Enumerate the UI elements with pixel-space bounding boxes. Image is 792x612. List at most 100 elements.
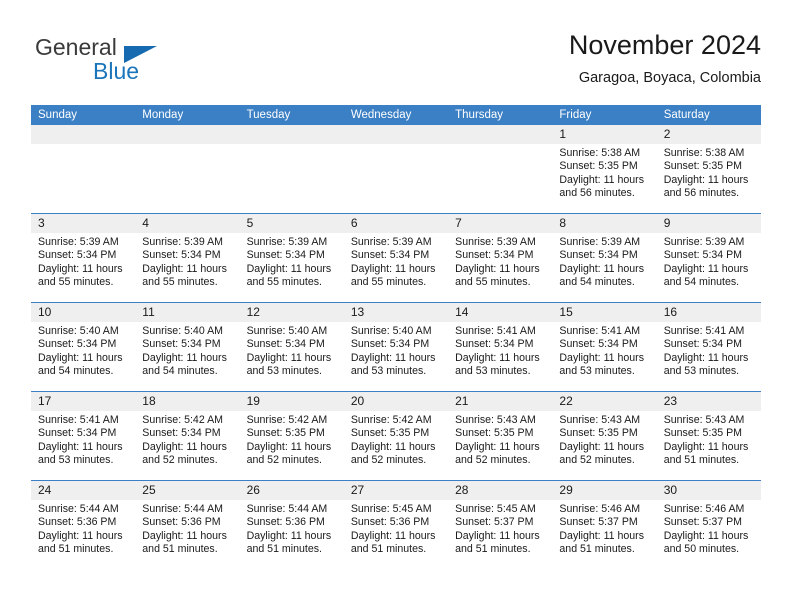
calendar-day-cell[interactable]: 7 Sunrise: 5:39 AM Sunset: 5:34 PM Daylight… (448, 214, 553, 302)
day-number-band: 8 (552, 214, 657, 233)
calendar-day-cell[interactable]: 29 Sunrise: 5:46 AM Sunset: 5:37 PM Dayligh… (552, 481, 657, 569)
calendar-day-cell[interactable]: 16 Sunrise: 5:41 AM Sunset: 5:34 PM Dayligh… (656, 303, 761, 391)
calendar-day-cell[interactable]: 18 Sunrise: 5:42 AM Sunset: 5:34 PM Dayligh… (135, 392, 240, 480)
day-detail-line: and 51 minutes. (663, 454, 740, 467)
day-detail-line: Daylight: 11 hours (246, 351, 332, 364)
day-number-band: 5 (239, 214, 344, 233)
day-details: Sunrise: 5:43 AM Sunset: 5:35 PM Daylight:… (448, 411, 552, 468)
day-detail-line: Daylight: 11 hours (38, 440, 123, 453)
day-number: 5 (246, 216, 254, 230)
day-detail-line: Daylight: 11 hours (559, 262, 645, 275)
day-details: Sunrise: 5:42 AM Sunset: 5:35 PM Daylight:… (344, 411, 448, 468)
calendar-day-cell[interactable]: 2 Sunrise: 5:38 AM Sunset: 5:35 PM Daylight… (656, 125, 761, 213)
day-details: Sunrise: 5:39 AM Sunset: 5:34 PM Daylight:… (31, 233, 135, 290)
day-detail-line: and 55 minutes. (350, 276, 427, 289)
day-detail-line: Sunrise: 5:43 AM (663, 414, 745, 426)
day-detail-line: Sunset: 5:34 PM (246, 338, 325, 351)
day-detail-line: Sunrise: 5:39 AM (350, 236, 432, 248)
day-detail-line: and 56 minutes. (663, 187, 740, 200)
day-number: 23 (663, 394, 678, 408)
weekday-header-friday: Friday (559, 109, 592, 121)
day-detail-line: and 52 minutes. (350, 454, 427, 467)
day-detail-line: Daylight: 11 hours (142, 262, 227, 275)
calendar-day-cell[interactable]: 24 Sunrise: 5:44 AM Sunset: 5:36 PM Dayligh… (31, 481, 136, 569)
day-detail-line: Daylight: 11 hours (559, 173, 645, 186)
day-detail-line: and 53 minutes. (350, 365, 427, 378)
day-number-band: 29 (552, 481, 657, 500)
day-number-band: 19 (239, 392, 344, 411)
calendar-day-cell[interactable]: 20 Sunrise: 5:42 AM Sunset: 5:35 PM Dayligh… (343, 392, 449, 480)
calendar-day-cell[interactable]: 3 Sunrise: 5:39 AM Sunset: 5:34 PM Daylight… (31, 214, 136, 302)
calendar-day-cell[interactable]: 15 Sunrise: 5:41 AM Sunset: 5:34 PM Dayligh… (552, 303, 657, 391)
calendar-day-cell[interactable]: 12 Sunrise: 5:40 AM Sunset: 5:34 PM Dayligh… (239, 303, 344, 391)
calendar-day-cell[interactable]: 19 Sunrise: 5:42 AM Sunset: 5:35 PM Dayligh… (239, 392, 344, 480)
logo-text-general: General (35, 34, 117, 60)
day-number-band (448, 125, 553, 144)
calendar-day-cell[interactable]: 25 Sunrise: 5:44 AM Sunset: 5:36 PM Dayligh… (135, 481, 240, 569)
calendar-day-cell[interactable]: 17 Sunrise: 5:41 AM Sunset: 5:34 PM Dayligh… (31, 392, 136, 480)
calendar-day-cell[interactable]: 23 Sunrise: 5:43 AM Sunset: 5:35 PM Dayligh… (656, 392, 761, 480)
day-number-band (135, 125, 240, 144)
day-detail-line: Sunset: 5:36 PM (142, 516, 221, 529)
day-detail-line: Sunrise: 5:38 AM (559, 147, 641, 159)
calendar-day-cell[interactable]: 14 Sunrise: 5:41 AM Sunset: 5:34 PM Dayligh… (448, 303, 553, 391)
day-details: Sunrise: 5:42 AM Sunset: 5:35 PM Daylight:… (240, 411, 344, 468)
day-details: Sunrise: 5:43 AM Sunset: 5:35 PM Daylight:… (552, 411, 656, 468)
day-number: 2 (663, 127, 671, 141)
day-detail-line: Daylight: 11 hours (663, 262, 749, 275)
day-number-band: 7 (448, 214, 553, 233)
day-detail-line: and 55 minutes. (142, 276, 218, 289)
day-number-band (239, 125, 344, 144)
day-detail-line: Sunset: 5:34 PM (455, 338, 534, 351)
calendar-weeks: 1 Sunrise: 5:38 AM Sunset: 5:35 PM Daylight… (31, 125, 761, 569)
calendar-week-row: 24 Sunrise: 5:44 AM Sunset: 5:36 PM Dayligh… (31, 480, 761, 569)
day-detail-line: Sunrise: 5:43 AM (455, 414, 536, 426)
day-detail-line: and 51 minutes. (559, 543, 635, 556)
day-number: 6 (350, 216, 358, 230)
day-detail-line: and 51 minutes. (246, 543, 322, 556)
day-details: Sunrise: 5:39 AM Sunset: 5:34 PM Daylight:… (344, 233, 448, 290)
day-detail-line: Sunrise: 5:45 AM (350, 503, 432, 515)
calendar-day-cell[interactable]: 22 Sunrise: 5:43 AM Sunset: 5:35 PM Dayligh… (552, 392, 657, 480)
calendar-day-cell[interactable]: 1 Sunrise: 5:38 AM Sunset: 5:35 PM Daylight… (552, 125, 657, 213)
day-detail-line: and 54 minutes. (559, 276, 635, 289)
day-number-band: 18 (135, 392, 240, 411)
day-number: 1 (559, 127, 567, 141)
day-detail-line: Sunset: 5:34 PM (559, 249, 638, 262)
calendar-day-cell[interactable]: 10 Sunrise: 5:40 AM Sunset: 5:34 PM Dayligh… (31, 303, 136, 391)
day-detail-line: Sunset: 5:36 PM (246, 516, 325, 529)
calendar-day-cell[interactable]: 11 Sunrise: 5:40 AM Sunset: 5:34 PM Dayligh… (135, 303, 240, 391)
calendar-week-row: 3 Sunrise: 5:39 AM Sunset: 5:34 PM Daylight… (31, 213, 761, 302)
calendar-day-cell[interactable]: 6 Sunrise: 5:39 AM Sunset: 5:34 PM Daylight… (343, 214, 449, 302)
calendar-day-cell[interactable]: 4 Sunrise: 5:39 AM Sunset: 5:34 PM Daylight… (135, 214, 240, 302)
calendar-day-cell[interactable]: 9 Sunrise: 5:39 AM Sunset: 5:34 PM Daylight… (656, 214, 761, 302)
calendar-day-cell[interactable]: 5 Sunrise: 5:39 AM Sunset: 5:34 PM Daylight… (239, 214, 344, 302)
day-number-band: 22 (552, 392, 657, 411)
calendar-day-cell[interactable]: 30 Sunrise: 5:46 AM Sunset: 5:37 PM Dayligh… (656, 481, 761, 569)
day-details: Sunrise: 5:40 AM Sunset: 5:34 PM Daylight:… (240, 322, 344, 379)
day-detail-line: Sunset: 5:34 PM (559, 338, 638, 351)
day-detail-line: Sunset: 5:37 PM (663, 516, 743, 529)
day-number: 15 (559, 305, 573, 319)
calendar-day-cell[interactable]: 28 Sunrise: 5:45 AM Sunset: 5:37 PM Dayligh… (448, 481, 553, 569)
day-detail-line: Daylight: 11 hours (455, 262, 540, 275)
day-details: Sunrise: 5:43 AM Sunset: 5:35 PM Daylight:… (657, 411, 761, 468)
day-detail-line: Daylight: 11 hours (455, 529, 540, 542)
day-detail-line: and 54 minutes. (142, 365, 218, 378)
weekday-header-saturday: Saturday (663, 109, 710, 121)
calendar-day-cell-empty (343, 125, 449, 213)
calendar-week-row: 10 Sunrise: 5:40 AM Sunset: 5:34 PM Dayligh… (31, 302, 761, 391)
day-detail-line: Sunset: 5:34 PM (663, 249, 743, 262)
day-number: 14 (455, 305, 469, 319)
calendar-day-cell[interactable]: 26 Sunrise: 5:44 AM Sunset: 5:36 PM Dayligh… (239, 481, 344, 569)
calendar-day-cell[interactable]: 21 Sunrise: 5:43 AM Sunset: 5:35 PM Dayligh… (448, 392, 553, 480)
calendar-day-cell[interactable]: 8 Sunrise: 5:39 AM Sunset: 5:34 PM Daylight… (552, 214, 657, 302)
day-detail-line: Sunset: 5:34 PM (142, 427, 221, 440)
day-detail-line: Daylight: 11 hours (663, 351, 749, 364)
day-number: 10 (38, 305, 52, 319)
day-detail-line: and 51 minutes. (38, 543, 114, 556)
day-detail-line: Sunset: 5:34 PM (38, 427, 117, 440)
calendar-day-cell[interactable]: 27 Sunrise: 5:45 AM Sunset: 5:36 PM Dayligh… (343, 481, 449, 569)
calendar-day-cell[interactable]: 13 Sunrise: 5:40 AM Sunset: 5:34 PM Dayligh… (343, 303, 449, 391)
day-detail-line: Daylight: 11 hours (350, 351, 436, 364)
